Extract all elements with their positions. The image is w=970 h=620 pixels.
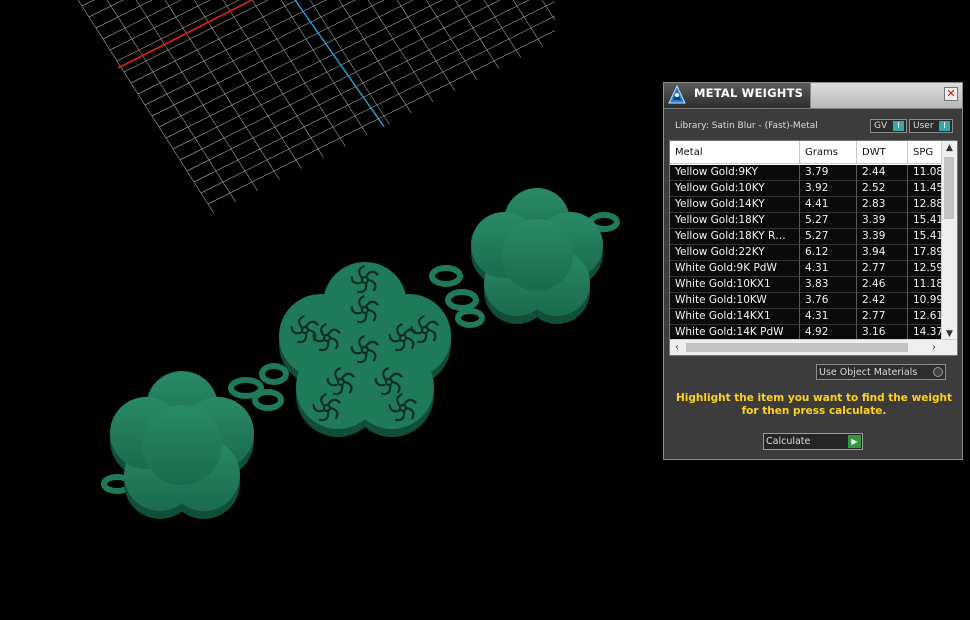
chain-link <box>455 308 485 328</box>
spg-cell: 11.08 <box>908 165 942 181</box>
dwt-cell: 2.44 <box>857 165 908 181</box>
x-axis-line <box>117 0 253 69</box>
metal-cell: White Gold:9K PdW <box>670 261 800 277</box>
library-label: Library: Satin Blur - (Fast)-Metal <box>675 121 818 131</box>
scroll-left-icon[interactable]: ‹ <box>670 340 684 355</box>
calculate-button[interactable]: Calculate ▶ <box>763 433 863 450</box>
table-row[interactable]: White Gold:10KX1 3.83 2.46 11.18 <box>670 277 942 293</box>
grams-cell: 5.27 <box>800 229 857 245</box>
spg-cell: 12.59 <box>908 261 942 277</box>
metal-cell: Yellow Gold:18KY <box>670 213 800 229</box>
column-header-dwt[interactable]: DWT <box>857 141 908 164</box>
gv-toggle[interactable]: GV I <box>870 119 907 133</box>
metal-cell: Yellow Gold:14KY <box>670 197 800 213</box>
table-header: Metal Grams DWT SPG <box>670 141 942 164</box>
scroll-right-icon[interactable]: › <box>927 340 941 355</box>
table-row[interactable]: White Gold:10KW 3.76 2.42 10.99 <box>670 293 942 309</box>
grams-cell: 6.12 <box>800 245 857 261</box>
jewelry-model[interactable] <box>101 188 620 519</box>
table-body: Yellow Gold:9KY 3.79 2.44 11.08 Yellow Gold… <box>670 165 942 341</box>
close-icon[interactable]: ✕ <box>944 87 958 101</box>
table-row[interactable]: Yellow Gold:18KY 5.27 3.39 15.41 <box>670 213 942 229</box>
dwt-cell: 2.77 <box>857 309 908 325</box>
grams-cell: 3.83 <box>800 277 857 293</box>
column-header-spg[interactable]: SPG <box>908 141 942 164</box>
panel-title: METAL WEIGHTS <box>694 86 804 100</box>
chain-link <box>252 389 284 411</box>
grams-cell: 4.31 <box>800 261 857 277</box>
user-toggle[interactable]: User I <box>909 119 953 133</box>
dwt-cell: 3.39 <box>857 229 908 245</box>
use-object-materials-option[interactable]: Use Object Materials <box>816 364 946 380</box>
table-row[interactable]: Yellow Gold:18KY R… 5.27 3.39 15.41 <box>670 229 942 245</box>
toggle-knob-icon: I <box>939 121 950 131</box>
dwt-cell: 2.52 <box>857 181 908 197</box>
spg-cell: 12.88 <box>908 197 942 213</box>
spg-cell: 10.99 <box>908 293 942 309</box>
spg-cell: 12.61 <box>908 309 942 325</box>
table-row[interactable]: Yellow Gold:10KY 3.92 2.52 11.45 <box>670 181 942 197</box>
spg-cell: 11.18 <box>908 277 942 293</box>
spg-cell: 17.89 <box>908 245 942 261</box>
chain-link <box>259 363 289 385</box>
grams-cell: 4.41 <box>800 197 857 213</box>
vertical-scroll-thumb[interactable] <box>944 157 954 219</box>
grams-cell: 3.76 <box>800 293 857 309</box>
panel-title-tab: METAL WEIGHTS <box>664 83 811 108</box>
metal-cell: Yellow Gold:10KY <box>670 181 800 197</box>
app-logo-icon <box>668 84 686 104</box>
table-row[interactable]: White Gold:9K PdW 4.31 2.77 12.59 <box>670 261 942 277</box>
metal-cell: Yellow Gold:18KY R… <box>670 229 800 245</box>
chain-link <box>429 265 463 287</box>
toggle-knob-icon: I <box>893 121 904 131</box>
grams-cell: 3.79 <box>800 165 857 181</box>
grams-cell: 3.92 <box>800 181 857 197</box>
calculate-label: Calculate <box>766 436 811 447</box>
center-filigree-charm <box>279 262 451 437</box>
dwt-cell: 2.42 <box>857 293 908 309</box>
instruction-text: Highlight the item you want to find the … <box>676 392 952 417</box>
gv-toggle-label: GV <box>874 121 888 131</box>
horizontal-scroll-thumb[interactable] <box>686 343 908 352</box>
dwt-cell: 3.39 <box>857 213 908 229</box>
metal-table[interactable]: Metal Grams DWT SPG Yellow Gold:9KY 3.79 2… <box>669 140 958 356</box>
metal-cell: White Gold:10KW <box>670 293 800 309</box>
dwt-cell: 2.83 <box>857 197 908 213</box>
scroll-up-icon[interactable]: ▲ <box>942 141 957 155</box>
metal-weights-panel: METAL WEIGHTS ✕ Library: Satin Blur - (F… <box>663 82 963 460</box>
horizontal-scrollbar[interactable]: ‹ › <box>670 339 957 355</box>
play-arrow-icon: ▶ <box>848 435 861 448</box>
chain-link <box>445 289 479 311</box>
right-clover-charm <box>471 188 603 324</box>
dwt-cell: 2.77 <box>857 261 908 277</box>
vertical-scrollbar[interactable]: ▲ ▼ <box>941 141 957 341</box>
dwt-cell: 2.46 <box>857 277 908 293</box>
use-object-materials-label: Use Object Materials <box>819 367 918 378</box>
dwt-cell: 3.94 <box>857 245 908 261</box>
metal-cell: White Gold:14KX1 <box>670 309 800 325</box>
spg-cell: 15.41 <box>908 229 942 245</box>
table-row[interactable]: Yellow Gold:14KY 4.41 2.83 12.88 <box>670 197 942 213</box>
user-toggle-label: User <box>913 121 934 131</box>
use-object-materials-checkbox[interactable] <box>933 367 943 377</box>
table-row[interactable]: Yellow Gold:9KY 3.79 2.44 11.08 <box>670 165 942 181</box>
spg-cell: 15.41 <box>908 213 942 229</box>
panel-titlebar[interactable]: METAL WEIGHTS ✕ <box>664 83 962 109</box>
grams-cell: 5.27 <box>800 213 857 229</box>
table-row[interactable]: Yellow Gold:22KY 6.12 3.94 17.89 <box>670 245 942 261</box>
column-header-metal[interactable]: Metal <box>670 141 800 164</box>
metal-cell: White Gold:10KX1 <box>670 277 800 293</box>
metal-cell: Yellow Gold:22KY <box>670 245 800 261</box>
grams-cell: 4.31 <box>800 309 857 325</box>
table-row[interactable]: White Gold:14KX1 4.31 2.77 12.61 <box>670 309 942 325</box>
spg-cell: 11.45 <box>908 181 942 197</box>
column-header-grams[interactable]: Grams <box>800 141 857 164</box>
metal-cell: Yellow Gold:9KY <box>670 165 800 181</box>
